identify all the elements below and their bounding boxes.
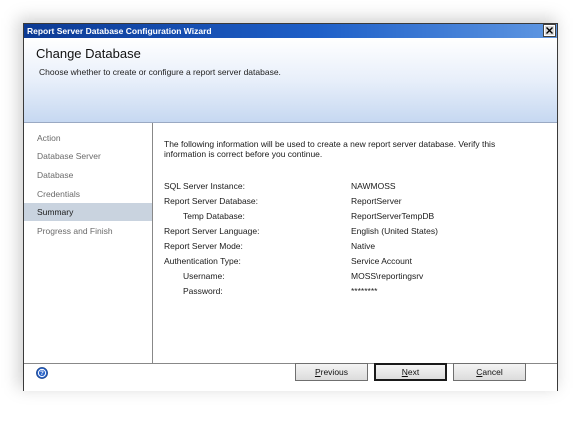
previous-button[interactable]: Previous <box>295 363 368 381</box>
summary-label: SQL Server Instance: <box>164 181 245 191</box>
page-title: Change Database <box>36 46 141 61</box>
close-icon <box>546 27 553 34</box>
title-bar[interactable]: Report Server Database Configuration Wiz… <box>24 24 557 38</box>
summary-label: Report Server Language: <box>164 226 260 236</box>
cancel-button[interactable]: Cancel <box>453 363 526 381</box>
summary-value: ReportServer <box>351 196 402 206</box>
summary-label: Authentication Type: <box>164 256 241 266</box>
nav-item-credentials[interactable]: Credentials <box>24 185 152 203</box>
close-button[interactable] <box>543 24 556 37</box>
window-title: Report Server Database Configuration Wiz… <box>27 26 212 36</box>
button-label-part: ext <box>407 367 420 377</box>
summary-value: MOSS\reportingsrv <box>351 271 424 281</box>
nav-item-database-server[interactable]: Database Server <box>24 147 152 165</box>
nav-item-summary[interactable]: Summary <box>24 203 152 221</box>
summary-intro: The following information will be used t… <box>164 139 496 159</box>
page-subtitle: Choose whether to create or configure a … <box>39 67 281 77</box>
summary-label: Report Server Mode: <box>164 241 243 251</box>
nav-item-action[interactable]: Action <box>24 129 152 147</box>
summary-label: Report Server Database: <box>164 196 259 206</box>
summary-label: Temp Database: <box>183 211 245 221</box>
summary-value: ******** <box>351 286 378 296</box>
summary-value: English (United States) <box>351 226 438 236</box>
wizard-header: Change Database Choose whether to create… <box>24 38 557 123</box>
summary-value: Native <box>351 241 376 251</box>
button-label-part: revious <box>320 367 349 377</box>
summary-value: ReportServerTempDB <box>351 211 435 221</box>
wizard-steps-nav: Action Database Server Database Credenti… <box>24 123 153 363</box>
summary-value: NAWMOSS <box>351 181 396 191</box>
summary-label: Username: <box>183 271 225 281</box>
nav-item-progress-and-finish[interactable]: Progress and Finish <box>24 222 152 240</box>
help-icon[interactable]: ? <box>36 367 48 379</box>
summary-label: Password: <box>183 286 223 296</box>
wizard-window: Report Server Database Configuration Wiz… <box>23 23 558 391</box>
svg-text:?: ? <box>40 371 44 377</box>
button-label-part: ancel <box>482 367 503 377</box>
nav-item-database[interactable]: Database <box>24 166 152 184</box>
next-button[interactable]: Next <box>374 363 447 381</box>
summary-value: Service Account <box>351 256 412 266</box>
summary-panel: The following information will be used t… <box>152 123 557 363</box>
